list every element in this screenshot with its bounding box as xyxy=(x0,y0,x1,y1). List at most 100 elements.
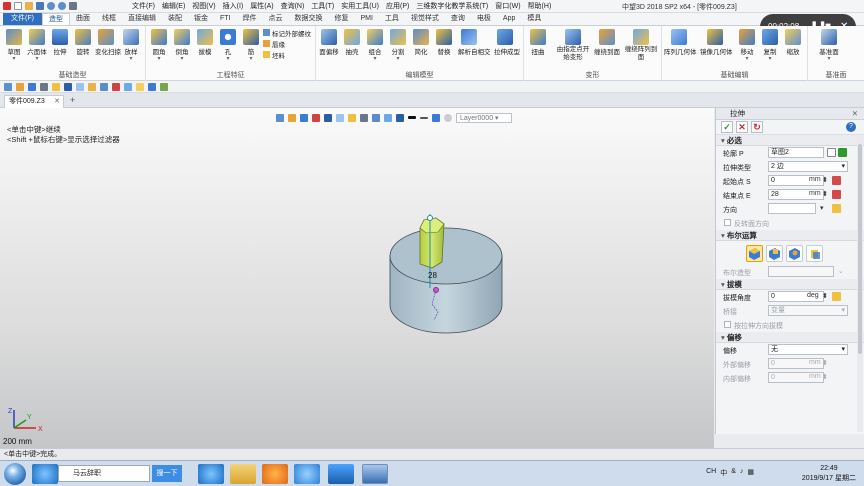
offset-select[interactable]: 无 ▾ xyxy=(768,344,848,355)
menu-query[interactable]: 查询(N) xyxy=(281,1,305,11)
taskbar-recorder-icon[interactable] xyxy=(328,464,354,484)
sketch-filter-icon[interactable] xyxy=(88,83,96,91)
3d-viewport[interactable]: Layer0000 ▾ <单击中键>继续 <Shift +鼠标右键>显示选择过滤… xyxy=(0,108,714,448)
document-tab-part009[interactable]: 零件009.Z3 ✕ xyxy=(4,95,64,108)
extrude-end-handle[interactable] xyxy=(427,215,433,221)
cancel-button[interactable]: ✕ xyxy=(736,121,748,133)
apply-button[interactable]: ↻ xyxy=(751,121,763,133)
move-button[interactable]: 移动 ▾ xyxy=(736,29,758,62)
outer-offset-stepper-icon[interactable]: ⬍ xyxy=(822,359,828,367)
undo-icon[interactable] xyxy=(47,2,55,10)
taskbar-explorer-icon[interactable] xyxy=(230,464,256,484)
menu-tools[interactable]: 工具(T) xyxy=(311,1,334,11)
tab-assembly[interactable]: 装配 xyxy=(162,13,188,25)
tab-query[interactable]: 查询 xyxy=(445,13,471,25)
line-width-icon[interactable] xyxy=(420,116,428,119)
menu-edit[interactable]: 编辑(E) xyxy=(162,1,185,11)
measure-icon[interactable] xyxy=(124,83,132,91)
tab-surface[interactable]: 曲面 xyxy=(70,13,96,25)
resolve-self-intersect-button[interactable]: 解析自相交 xyxy=(458,29,491,56)
lightbulb-icon[interactable] xyxy=(444,113,452,122)
measure-view-icon[interactable] xyxy=(312,113,320,122)
tab-fti[interactable]: FTI xyxy=(214,13,237,25)
deform-from-point-button[interactable]: 由指定点开始变形 xyxy=(556,29,590,62)
open-file-icon[interactable] xyxy=(25,2,33,10)
inner-offset-stepper-icon[interactable]: ⬍ xyxy=(822,373,828,381)
cube-view-icon[interactable] xyxy=(288,113,296,122)
face-icon[interactable] xyxy=(52,83,60,91)
taskbar-zw3d-icon[interactable] xyxy=(362,464,388,484)
panel-close-icon[interactable]: ✕ xyxy=(852,108,858,120)
tab-repair[interactable]: 修复 xyxy=(328,13,354,25)
section-required[interactable]: 必选 xyxy=(716,135,864,146)
menu-attribute[interactable]: 属性(A) xyxy=(250,1,273,11)
start-button[interactable] xyxy=(4,463,26,485)
network-icon[interactable]: ▦ xyxy=(747,468,754,478)
tab-file[interactable]: 文件(F) xyxy=(3,13,42,25)
split-button[interactable]: 分割 ▾ xyxy=(387,29,409,62)
start-stepper-icon[interactable]: ⬍ xyxy=(822,176,828,184)
profile-select-icon[interactable] xyxy=(827,148,836,157)
orient-icon[interactable] xyxy=(384,113,392,122)
menu-utilities[interactable]: 实用工具(U) xyxy=(341,1,379,11)
tab-electrode[interactable]: 电极 xyxy=(471,13,497,25)
replace-button[interactable]: 替换 xyxy=(433,29,455,56)
app-logo-icon[interactable] xyxy=(3,2,11,10)
select-filter-icon[interactable] xyxy=(276,113,284,122)
feature-filter-icon[interactable] xyxy=(112,83,120,91)
menu-help[interactable]: 帮助(H) xyxy=(528,1,552,11)
tab-pmi[interactable]: PMI xyxy=(354,13,378,25)
tab-data-exchange[interactable]: 数据交换 xyxy=(288,13,328,25)
new-file-icon[interactable] xyxy=(14,2,22,10)
close-tab-icon[interactable]: ✕ xyxy=(54,96,60,108)
revolve-button[interactable]: 旋转 xyxy=(72,29,94,56)
snap-icon[interactable] xyxy=(160,83,168,91)
tray-lang[interactable]: CH xyxy=(706,468,716,478)
tray-symbol[interactable]: & xyxy=(731,468,736,478)
simplify-button[interactable]: 简化 xyxy=(410,29,432,56)
direction-dropdown-icon[interactable]: ▾ xyxy=(820,204,824,212)
display-icon[interactable] xyxy=(348,113,356,122)
fillet-button[interactable]: 圆角 ▾ xyxy=(148,29,170,62)
boolean-model-field[interactable] xyxy=(768,266,834,277)
draft-by-direction-checkbox[interactable] xyxy=(724,321,731,328)
bridge-select[interactable]: 变量 ▾ xyxy=(768,305,848,316)
tab-direct-edit[interactable]: 直接编辑 xyxy=(122,13,162,25)
section-icon[interactable] xyxy=(300,113,308,122)
tab-mold[interactable]: 模具 xyxy=(521,13,547,25)
redo-icon[interactable] xyxy=(58,2,66,10)
extrude-button[interactable]: 拉伸 xyxy=(49,29,71,56)
tab-tools[interactable]: 工具 xyxy=(379,13,405,25)
direction-field[interactable] xyxy=(768,203,816,214)
copy-button[interactable]: 复制 ▾ xyxy=(759,29,781,62)
select-icon[interactable] xyxy=(69,2,77,10)
menu-view[interactable]: 视图(V) xyxy=(192,1,215,11)
end-option-icon[interactable] xyxy=(832,190,841,199)
menu-file[interactable]: 文件(F) xyxy=(132,1,155,11)
draft-option-icon[interactable] xyxy=(832,292,841,301)
section-boolean[interactable]: 布尔运算 xyxy=(716,230,864,241)
fit-icon[interactable] xyxy=(372,113,380,122)
tab-visual-style[interactable]: 视觉样式 xyxy=(405,13,445,25)
layer-select[interactable]: Layer0000 ▾ xyxy=(456,112,512,123)
reverse-face-checkbox[interactable] xyxy=(724,219,731,226)
part-model[interactable] xyxy=(380,208,520,338)
tab-sheet-metal[interactable]: 钣金 xyxy=(188,13,214,25)
stock-item[interactable]: 坯料 xyxy=(263,51,311,62)
boolean-subtract-button[interactable] xyxy=(786,244,803,262)
tab-weldment[interactable]: 焊件 xyxy=(236,13,262,25)
taskbar-media-icon[interactable] xyxy=(262,464,288,484)
shell-button[interactable]: 抽壳 xyxy=(341,29,363,56)
draft-button[interactable]: 拔模 xyxy=(194,29,216,56)
combine-button[interactable]: 组合 ▾ xyxy=(364,29,386,62)
save-icon[interactable] xyxy=(36,2,44,10)
line-style-icon[interactable] xyxy=(408,116,416,119)
taskbar-ie-icon[interactable] xyxy=(32,464,58,484)
tray-ime[interactable]: 中 xyxy=(720,468,727,478)
scale-button[interactable]: 缩放 xyxy=(782,29,804,56)
tab-wireframe[interactable]: 线框 xyxy=(96,13,122,25)
tab-point-cloud[interactable]: 点云 xyxy=(262,13,288,25)
twist-button[interactable]: 扭曲 xyxy=(527,29,549,56)
shaded-icon[interactable] xyxy=(324,113,332,122)
layer-filter-icon[interactable] xyxy=(148,83,156,91)
